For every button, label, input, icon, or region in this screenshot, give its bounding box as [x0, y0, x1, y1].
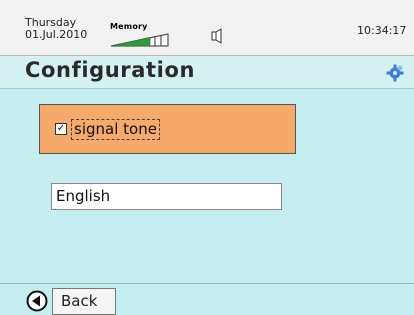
- back-arrow-icon[interactable]: [26, 290, 48, 312]
- signal-tone-panel[interactable]: ✓ signal tone: [39, 104, 296, 154]
- memory-label: Memory: [110, 22, 148, 31]
- memory-level-icon: [110, 33, 169, 47]
- status-bar: Thursday 01.Jul.2010 Memory 10:34:17: [0, 0, 414, 56]
- language-field[interactable]: English: [51, 183, 282, 210]
- date-label: 01.Jul.2010: [25, 28, 88, 41]
- back-button[interactable]: Back: [52, 288, 116, 315]
- clock: 10:34:17: [357, 24, 407, 37]
- speaker-icon[interactable]: [211, 28, 225, 44]
- date-display: Thursday 01.Jul.2010: [25, 17, 87, 41]
- page-title: Configuration: [25, 58, 196, 82]
- configuration-screen: Thursday 01.Jul.2010 Memory 10:34:17 Con…: [0, 0, 414, 315]
- signal-tone-label[interactable]: signal tone: [71, 119, 160, 140]
- gear-icon[interactable]: [386, 64, 404, 82]
- title-bar: Configuration: [0, 56, 414, 89]
- signal-tone-checkbox[interactable]: ✓: [55, 123, 67, 135]
